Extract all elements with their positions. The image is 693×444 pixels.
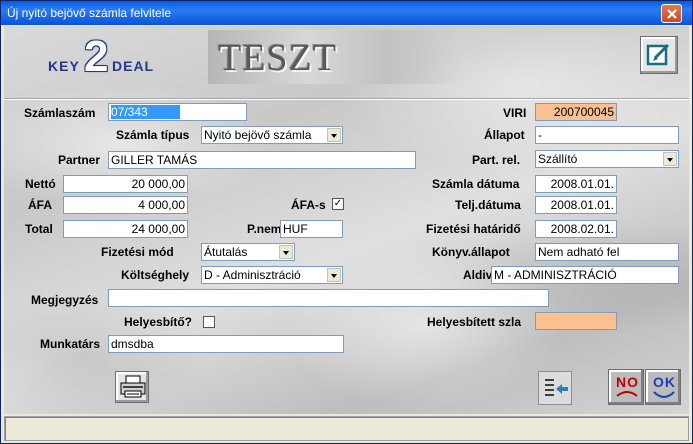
allapot-label: Állapot [484, 128, 525, 142]
logo-two-text: 2 [84, 32, 109, 81]
partner-label: Partner [58, 153, 101, 167]
status-bar [4, 416, 689, 441]
afa-input[interactable]: 4 000,00 [63, 196, 188, 214]
afa-s-label: ÁFA-s [291, 198, 326, 212]
konyv-allapot-label: Könyv.állapot [432, 245, 510, 259]
fizetesi-hatarido-label: Fizetési határidő [426, 222, 521, 236]
fizetesi-mod-label: Fizetési mód [101, 245, 174, 259]
megjegyzes-input[interactable] [108, 289, 549, 307]
helyesbito-label: Helyesbítő? [124, 315, 193, 329]
fizetesi-mod-value: Átutalás [204, 245, 248, 259]
szamlaszam-value: 07/343 [111, 105, 180, 119]
szamla-tipus-value: Nyitó bejövő számla [204, 128, 312, 142]
edit-icon [646, 43, 670, 66]
close-icon [667, 9, 677, 19]
logo-deal-text: DEAL [112, 58, 155, 74]
cancel-button-label: NO [616, 374, 639, 390]
viri-label: VIRI [503, 106, 527, 120]
print-button[interactable] [115, 371, 149, 403]
munkatars-label: Munkatárs [40, 337, 101, 351]
netto-input[interactable]: 20 000,00 [63, 175, 188, 193]
back-button[interactable] [538, 371, 572, 405]
key2deal-logo: KEY 2 DEAL [48, 32, 188, 84]
partner-input[interactable]: GILLER TAMÁS [108, 151, 416, 169]
close-button[interactable] [661, 4, 682, 23]
telj-datuma-label: Telj.dátuma [455, 198, 521, 212]
szamla-tipus-label: Számla típus [116, 128, 190, 142]
chevron-down-icon[interactable] [327, 268, 341, 282]
total-input[interactable]: 24 000,00 [63, 220, 188, 238]
koltseghely-value: D - Adminisztráció [204, 268, 301, 282]
total-label: Total [25, 222, 53, 236]
fizetesi-hatarido-input[interactable]: 2008.02.01. [535, 220, 617, 238]
koltseghely-select[interactable]: D - Adminisztráció [201, 266, 343, 284]
edit-button[interactable] [640, 36, 678, 74]
szamlaszam-input[interactable]: 07/343 [108, 103, 247, 121]
chevron-down-icon[interactable] [327, 128, 341, 142]
printer-icon [120, 375, 146, 398]
ok-button-label: OK [653, 374, 676, 390]
szamla-datuma-label: Számla dátuma [432, 177, 520, 191]
main-window: Új nyitó bejövő számla felvitele KEY 2 D… [0, 0, 693, 444]
title-bar[interactable]: Új nyitó bejövő számla felvitele [1, 1, 692, 25]
netto-label: Nettó [25, 177, 56, 191]
allapot-input[interactable]: - [535, 126, 679, 144]
header-separator [4, 98, 689, 100]
megjegyzes-label: Megjegyzés [31, 293, 99, 307]
koltseghely-label: Költséghely [121, 268, 190, 282]
part-rel-select[interactable]: Szállító [535, 150, 679, 168]
helyesbito-checkbox[interactable] [203, 316, 215, 328]
part-rel-label: Part. rel. [472, 153, 521, 167]
back-arrow-icon [545, 379, 568, 396]
header-panel: KEY 2 DEAL TESZT [4, 26, 689, 100]
afa-s-checkbox[interactable]: ✓ [332, 198, 344, 210]
pnem-input[interactable]: HUF [280, 220, 343, 238]
helyesbitett-szla-input[interactable] [535, 312, 617, 330]
chevron-down-icon[interactable] [279, 245, 293, 259]
munkatars-input[interactable]: dmsdba [108, 335, 344, 353]
fizetesi-mod-select[interactable]: Átutalás [201, 243, 295, 261]
ok-button[interactable]: OK [645, 369, 681, 405]
viri-input[interactable]: 200700045 [535, 103, 617, 121]
helyesbitett-szla-label: Helyesbített szla [427, 315, 522, 329]
logo-key-text: KEY [48, 58, 80, 74]
aldivizio-input[interactable]: M - ADMINISZTRÁCIÓ [491, 266, 679, 284]
szamlaszam-label: Számlaszám [24, 106, 96, 120]
form-area: KEY 2 DEAL TESZT Számlaszám 07/343 Száml… [4, 26, 689, 414]
part-rel-value: Szállító [538, 152, 578, 166]
afa-label: ÁFA [28, 198, 52, 212]
cancel-button[interactable]: NO [608, 369, 644, 405]
konyv-allapot-input[interactable]: Nem adható fel [535, 243, 679, 261]
chevron-down-icon[interactable] [663, 152, 677, 166]
window-title: Új nyitó bejövő számla felvitele [7, 6, 172, 20]
szamla-tipus-select[interactable]: Nyitó bejövő számla [201, 126, 343, 144]
test-banner: TESZT [208, 30, 460, 84]
test-banner-text: TESZT [218, 37, 337, 79]
pnem-label: P.nem [247, 222, 282, 236]
szamla-datuma-input[interactable]: 2008.01.01. [535, 175, 617, 193]
telj-datuma-input[interactable]: 2008.01.01. [535, 196, 617, 214]
